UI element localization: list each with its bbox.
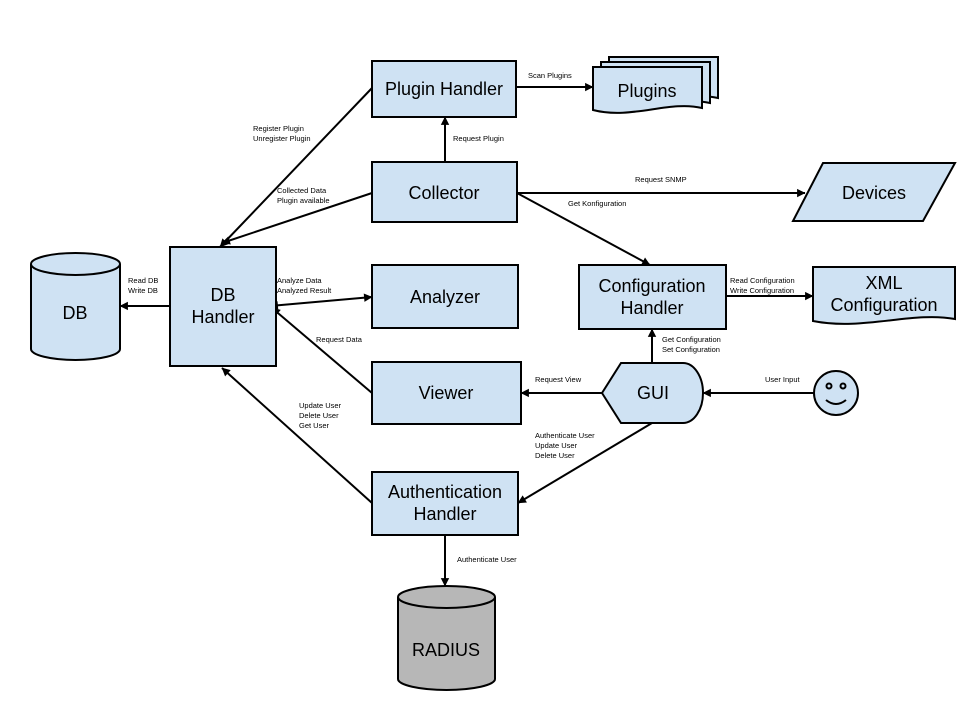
edge-label: Scan Plugins [528,71,572,80]
arrow [271,307,373,394]
architecture-diagram: Scan Plugins Request Plugin Register Plugi… [30,56,957,691]
node-label: Handler [191,307,254,327]
edge-label: Get User [299,421,330,430]
edge-label: Delete User [535,451,575,460]
arrow [221,367,373,504]
edge-label: Get Configuration [662,335,721,344]
edge-request-data: Request Data [271,307,373,394]
edge-label: Plugin available [277,196,330,205]
node-label: Plugin Handler [385,79,503,99]
collector-node: Collector [371,161,518,223]
edge-label: Authenticate User [457,555,517,564]
edge-label: Get Konfiguration [568,199,626,208]
node-label: Devices [842,183,906,203]
edge-get-konfiguration: Get Konfiguration [516,192,651,266]
edge-label: Read DB [128,276,158,285]
node-label: GUI [637,383,669,403]
edge-label: Request Plugin [453,134,504,143]
edge-label: User Input [765,375,801,384]
edge-request-view: Request View [520,375,602,398]
edge-label: Update User [299,401,342,410]
node-label: DB [210,285,235,305]
edge-label: Analyzed Result [277,286,332,295]
edge-collected-data: Collected DataPlugin available [221,186,373,245]
node-label: DB [62,303,87,323]
edge-authenticate-update: Authenticate UserUpdate UserDelete User [517,422,653,504]
edge-label: Update User [535,441,578,450]
edge-scan-plugins: Scan Plugins [516,71,594,92]
edge-label: Authenticate User [535,431,595,440]
node-label: Collector [408,183,479,203]
edge-label: Read Configuration [730,276,795,285]
node-label: Authentication [388,482,502,502]
radius-node: RADIUS [397,585,496,691]
arrow [269,293,373,310]
edge-label: Set Configuration [662,345,720,354]
edge-label: Write Configuration [730,286,794,295]
node-label: Handler [620,298,683,318]
edge-request-snmp: Request SNMP [517,175,806,198]
viewer-node: Viewer [371,361,522,425]
edge-user-input: User Input [702,375,814,398]
analyzer-node: Analyzer [371,264,519,329]
edge-label: Request View [535,375,582,384]
plugin-handler-node: Plugin Handler [371,60,517,118]
xml-configuration-node: XMLConfiguration [812,266,956,325]
edge-label: Delete User [299,411,339,420]
db-handler-node: DBHandler [169,246,277,367]
edge-analyze-data: Analyze DataAnalyzed Result [269,276,373,310]
edge-read-db: Read DBWrite DB [119,276,170,311]
edge-label: Register Plugin [253,124,304,133]
gui-node: GUI [600,362,704,424]
node-label: Configuration [830,295,937,315]
node-label: Viewer [419,383,474,403]
authentication-handler-node: AuthenticationHandler [371,471,519,536]
arrow [219,87,373,248]
user-smiley-icon [813,370,859,416]
node-label: Analyzer [410,287,480,307]
edge-register-plugin: Register PluginUnregister Plugin [219,87,373,248]
node-label: Plugins [617,81,676,101]
edge-authenticate-user: Authenticate User [440,535,517,587]
devices-node: Devices [791,162,957,222]
edge-get-config: Get ConfigurationSet Configuration [647,328,721,363]
db-node: DB [30,252,121,361]
edge-label: Collected Data [277,186,327,195]
edge-label: Request Data [316,335,363,344]
node-shape [397,585,496,691]
plugins-node: Plugins [592,56,719,114]
node-label: Handler [413,504,476,524]
edge-label: Analyze Data [277,276,322,285]
edge-update-user: Update UserDelete UserGet User [221,367,373,504]
configuration-handler-node: ConfigurationHandler [578,264,727,330]
edge-read-config: Read ConfigurationWrite Configuration [726,276,814,301]
node-label: XML [865,273,902,293]
node-label: Configuration [598,276,705,296]
node-label: RADIUS [412,640,480,660]
edge-label: Request SNMP [635,175,687,184]
edge-label: Write DB [128,286,158,295]
node-shape [578,264,727,330]
edge-request-plugin: Request Plugin [440,116,504,162]
edge-label: Unregister Plugin [253,134,311,143]
